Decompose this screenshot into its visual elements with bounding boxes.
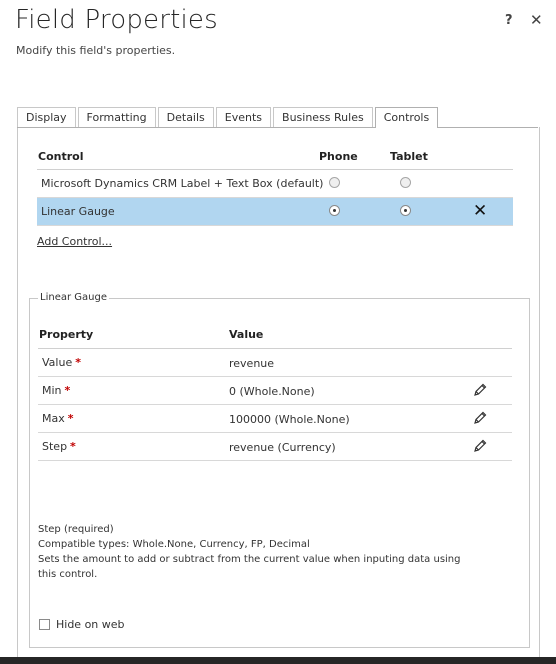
phone-radio[interactable] <box>329 205 340 216</box>
property-name: Value * <box>42 356 81 369</box>
controls-table-header: Control Phone Tablet <box>37 145 513 170</box>
phone-column-header: Phone <box>319 150 358 163</box>
controls-table: Control Phone Tablet Microsoft Dynamics … <box>37 145 513 226</box>
property-table: Property Value Value * revenue Min * 0 (Wh… <box>38 322 512 461</box>
add-control-link[interactable]: Add Control... <box>37 235 112 248</box>
property-row-step: Step * revenue (Currency) <box>38 433 512 461</box>
tab-events[interactable]: Events <box>215 107 272 127</box>
pencil-edit-icon[interactable] <box>472 438 488 454</box>
required-marker: * <box>70 440 76 453</box>
property-name: Step * <box>42 440 76 453</box>
control-row-linear-gauge[interactable]: Linear Gauge ✕ <box>37 198 513 226</box>
control-name: Microsoft Dynamics CRM Label + Text Box … <box>41 177 324 190</box>
property-name: Max * <box>42 412 74 425</box>
pencil-edit-icon[interactable] <box>472 382 488 398</box>
value-column-header: Value <box>229 328 264 341</box>
help-icon[interactable]: ? <box>505 13 513 28</box>
hide-on-web-checkbox[interactable] <box>39 619 50 630</box>
property-column-header: Property <box>39 328 94 341</box>
dialog-subtitle: Modify this field's properties. <box>16 44 176 57</box>
bottom-bar <box>0 657 556 664</box>
property-value: revenue (Currency) <box>229 441 336 454</box>
description-types: Compatible types: Whole.None, Currency, … <box>38 539 310 550</box>
pencil-edit-icon[interactable] <box>472 410 488 426</box>
dialog-title: Field Properties <box>15 5 218 35</box>
tablet-radio[interactable] <box>400 205 411 216</box>
description-title: Step (required) <box>38 524 114 535</box>
tab-bar: Display Formatting Details Events Busine… <box>17 107 440 128</box>
phone-radio[interactable] <box>329 177 340 188</box>
close-icon[interactable]: ✕ <box>530 11 543 29</box>
required-marker: * <box>67 412 74 425</box>
required-marker: * <box>64 384 71 397</box>
property-row-value: Value * revenue <box>38 349 512 377</box>
tablet-radio[interactable] <box>400 177 411 188</box>
hide-on-web-row: Hide on web <box>39 618 125 631</box>
control-column-header: Control <box>38 150 84 163</box>
fieldset-legend: Linear Gauge <box>38 292 109 303</box>
property-value: revenue <box>229 357 275 370</box>
property-row-min: Min * 0 (Whole.None) <box>38 377 512 405</box>
required-marker: * <box>75 356 81 369</box>
control-row-default[interactable]: Microsoft Dynamics CRM Label + Text Box … <box>37 170 513 198</box>
tab-formatting[interactable]: Formatting <box>77 107 156 127</box>
remove-control-icon[interactable]: ✕ <box>473 201 487 221</box>
property-row-max: Max * 100000 (Whole.None) <box>38 405 512 433</box>
tab-display[interactable]: Display <box>17 107 76 127</box>
hide-on-web-label: Hide on web <box>56 618 125 631</box>
property-table-header: Property Value <box>38 322 512 349</box>
tab-controls[interactable]: Controls <box>374 107 439 128</box>
property-name: Min * <box>42 384 71 397</box>
control-name: Linear Gauge <box>41 205 115 218</box>
tab-details[interactable]: Details <box>157 107 214 127</box>
property-value: 100000 (Whole.None) <box>229 413 350 426</box>
tab-business-rules[interactable]: Business Rules <box>273 107 373 127</box>
description-text: Sets the amount to add or subtract from … <box>38 554 461 580</box>
property-value: 0 (Whole.None) <box>229 385 315 398</box>
tablet-column-header: Tablet <box>390 150 428 163</box>
property-description: Step (required) Compatible types: Whole.… <box>38 522 478 582</box>
